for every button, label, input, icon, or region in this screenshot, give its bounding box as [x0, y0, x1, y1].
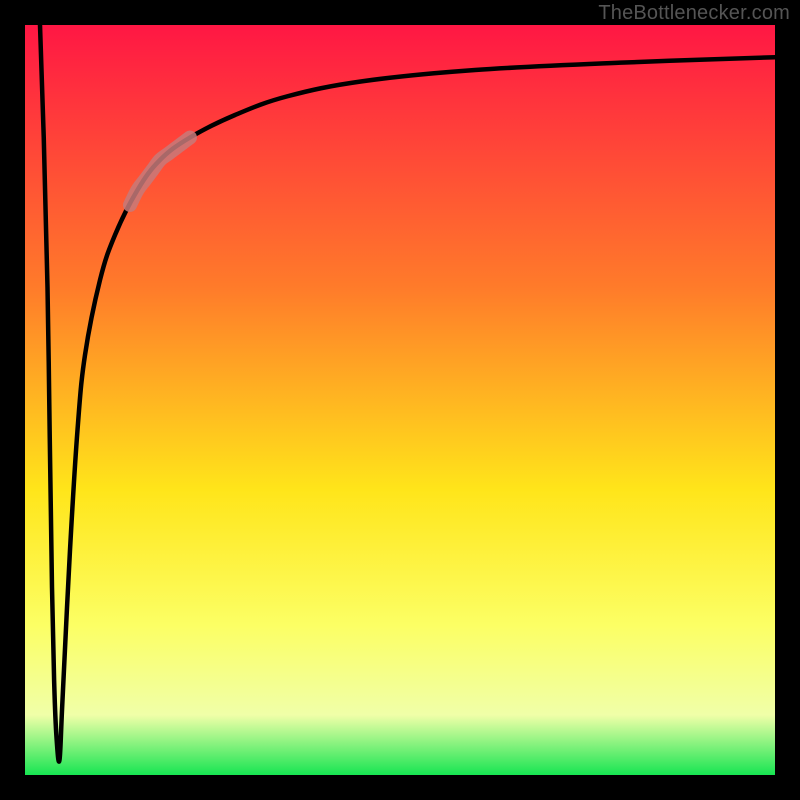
gradient-background	[25, 25, 775, 775]
chart-svg	[25, 25, 775, 775]
plot-area	[25, 25, 775, 775]
watermark-text: TheBottlenecker.com	[598, 2, 790, 25]
chart-frame: TheBottlenecker.com	[0, 0, 800, 800]
